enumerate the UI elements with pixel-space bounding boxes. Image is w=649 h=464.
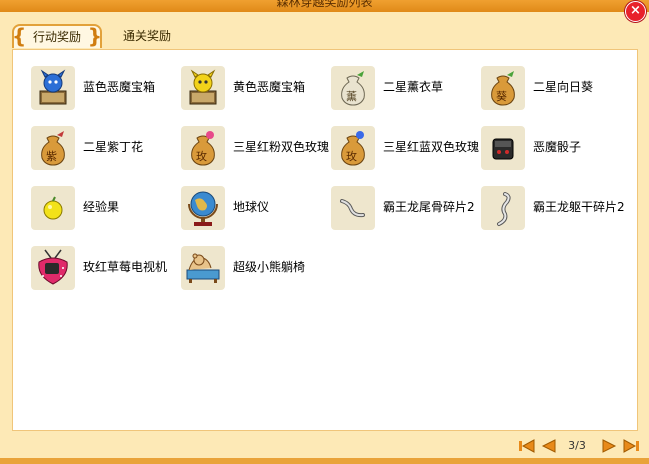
reward-item[interactable]: 霸王龙躯干碎片2 [481,186,631,232]
reward-item[interactable]: 经验果 [31,186,181,232]
next-page-button[interactable] [599,438,619,454]
tab-label: 行动奖励 [32,30,81,44]
tab-bracket-left-icon: { [12,24,27,48]
tab-label: 通关奖励 [122,29,171,43]
tab-bracket-right-icon: } [87,24,102,48]
reward-name: 三星红蓝双色玫瑰 [383,140,480,154]
reward-name: 蓝色恶魔宝箱 [83,80,156,94]
window-title: 森林穿越奖励列表 [276,0,373,9]
reward-name: 地球仪 [233,200,270,214]
seed-bag-glyph: 薰 [346,90,357,103]
next-page-icon [602,439,617,453]
reward-item[interactable]: 紫 二星紫丁花 [31,126,181,172]
reward-name: 二星紫丁花 [83,140,144,154]
reward-item[interactable]: 葵 二星向日葵 [481,66,631,112]
reward-name: 玫红草莓电视机 [83,260,168,274]
last-page-button[interactable] [621,438,641,454]
reward-item[interactable]: 黄色恶魔宝箱 [181,66,331,112]
reward-name: 二星薰衣草 [383,80,444,94]
pagination: 3/3 [517,438,641,454]
experience-fruit-icon [31,186,75,230]
reward-name: 黄色恶魔宝箱 [233,80,306,94]
bear-lounge-chair-icon [181,246,225,290]
lavender-seed-bag-icon: 薰 [331,66,375,110]
first-page-button[interactable] [517,438,537,454]
reward-name: 霸王龙躯干碎片2 [533,200,625,214]
reward-name: 超级小熊躺椅 [233,260,306,274]
reward-name: 三星红粉双色玫瑰 [233,140,330,154]
reward-item[interactable]: 薰 二星薰衣草 [331,66,481,112]
tab-bar: { 行动奖励 } 通关奖励 [0,12,649,48]
tab-action-rewards[interactable]: { 行动奖励 } [12,24,102,48]
prev-page-button[interactable] [539,438,559,454]
sunflower-seed-bag-icon: 葵 [481,66,525,110]
last-page-icon [623,439,639,453]
bottom-border [0,458,649,464]
yellow-demon-chest-icon [181,66,225,110]
globe-icon [181,186,225,230]
reward-item[interactable]: 蓝色恶魔宝箱 [31,66,181,112]
rose-seed-bag-icon: 玫 [331,126,375,170]
reward-name: 经验果 [83,200,120,214]
reward-item[interactable]: 恶魔骰子 [481,126,631,172]
title-bar: 森林穿越奖励列表 [0,0,649,12]
tab-clear-rewards[interactable]: 通关奖励 [112,25,182,47]
demon-dice-icon [481,126,525,170]
prev-page-icon [541,439,556,453]
reward-item[interactable]: 超级小熊躺椅 [181,246,331,292]
seed-bag-glyph: 玫 [196,150,207,163]
first-page-icon [519,439,535,453]
reward-name: 霸王龙尾骨碎片2 [383,200,475,214]
reward-item[interactable]: 玫 三星红粉双色玫瑰 [181,126,331,172]
reward-list-window: 森林穿越奖励列表 × { 行动奖励 } 通关奖励 蓝色恶魔宝箱 黄色恶魔宝箱 薰… [0,0,649,464]
seed-bag-glyph: 玫 [346,150,357,163]
reward-item[interactable]: 地球仪 [181,186,331,232]
seed-bag-glyph: 葵 [496,90,507,103]
lilac-seed-bag-icon: 紫 [31,126,75,170]
reward-grid: 蓝色恶魔宝箱 黄色恶魔宝箱 薰 二星薰衣草 葵 二星向日葵 紫 二星紫丁花 玫 … [12,49,638,431]
strawberry-tv-icon [31,246,75,290]
trex-torso-fragment-icon [481,186,525,230]
reward-item[interactable]: 霸王龙尾骨碎片2 [331,186,481,232]
seed-bag-glyph: 紫 [46,150,57,163]
rose-seed-bag-icon: 玫 [181,126,225,170]
reward-name: 二星向日葵 [533,80,594,94]
page-indicator: 3/3 [568,439,586,452]
reward-item[interactable]: 玫红草莓电视机 [31,246,181,292]
blue-demon-chest-icon [31,66,75,110]
trex-tailbone-fragment-icon [331,186,375,230]
reward-name: 恶魔骰子 [533,140,582,154]
reward-item[interactable]: 玫 三星红蓝双色玫瑰 [331,126,481,172]
